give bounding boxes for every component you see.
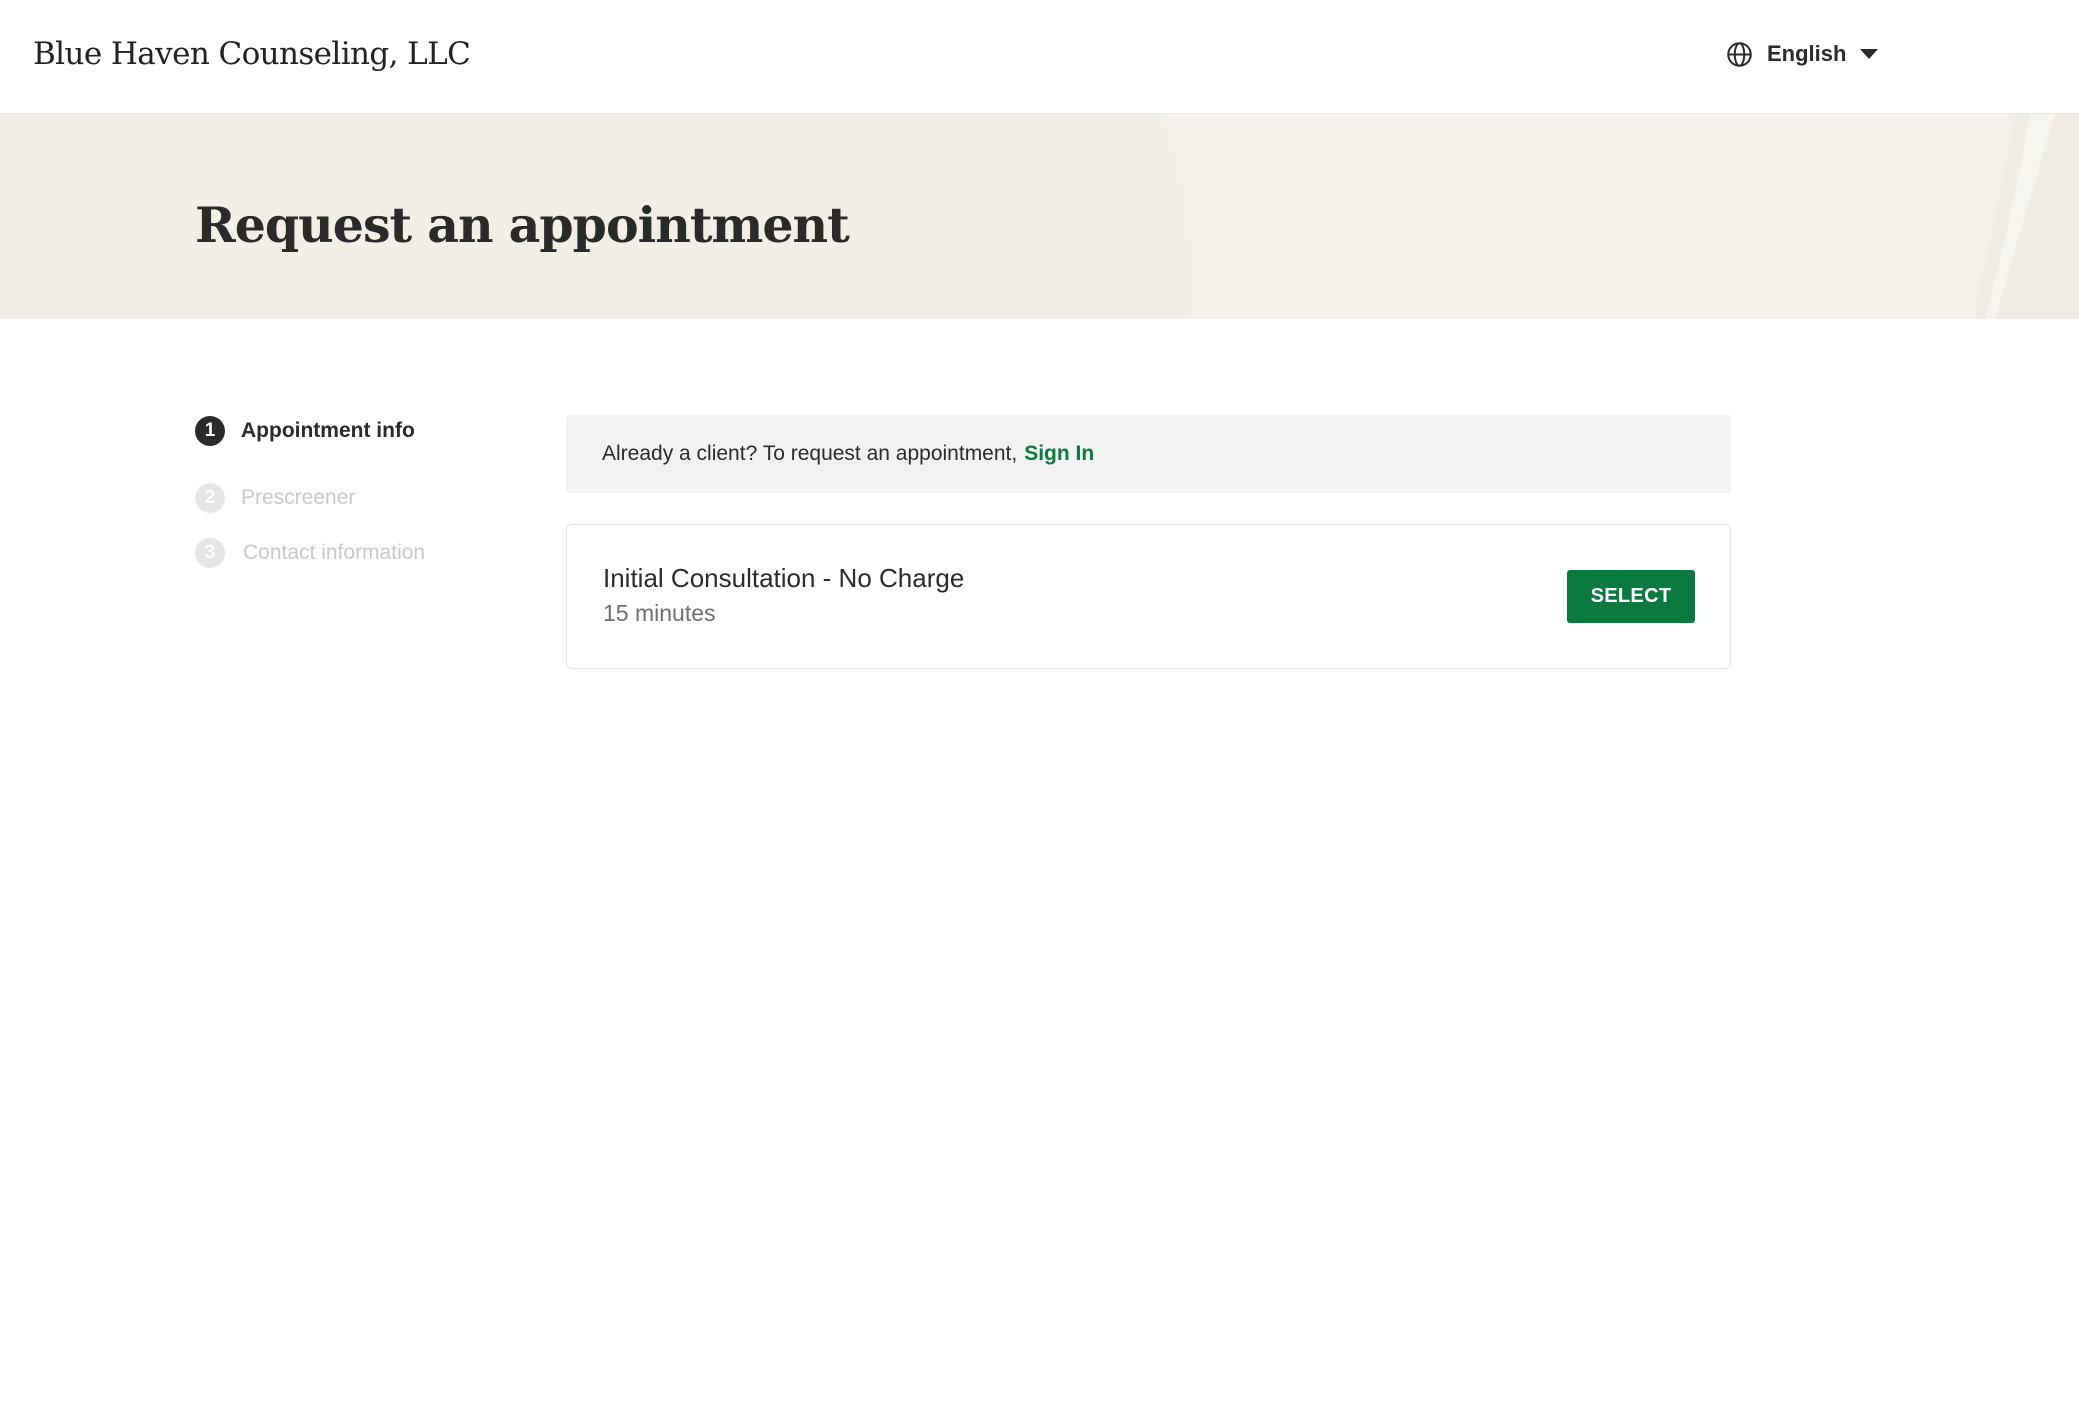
service-name: Initial Consultation - No Charge [603,563,965,593]
step-number: 2 [195,483,225,513]
practice-name[interactable]: Blue Haven Counseling, LLC [33,36,471,72]
service-duration: 15 minutes [603,600,716,626]
service-card: Initial Consultation - No Charge 15 minu… [566,524,1731,669]
globe-icon [1727,41,1752,67]
step-contact-information: 3 Contact information [195,538,495,568]
step-number: 3 [195,538,225,568]
sign-in-link[interactable]: Sign In [1024,442,1094,466]
language-selector[interactable]: English [1726,38,1879,70]
select-button[interactable]: SELECT [1567,570,1695,623]
language-label: English [1767,41,1847,66]
hero-banner: Request an appointment [0,114,2079,319]
top-header: Blue Haven Counseling, LLC English [0,0,2079,114]
caret-down-icon [1860,49,1879,59]
page-title: Request an appointment [195,196,850,254]
step-label: Contact information [243,541,426,564]
step-number: 1 [195,416,225,446]
step-label: Appointment info [241,419,415,442]
existing-client-banner: Already a client? To request an appointm… [566,415,1731,493]
progress-steps: 1 Appointment info 2 Prescreener 3 Conta… [195,416,495,568]
step-label: Prescreener [241,486,356,509]
step-prescreener: 2 Prescreener [195,483,495,513]
existing-client-text: Already a client? To request an appointm… [602,442,1018,465]
step-appointment-info: 1 Appointment info [195,416,495,446]
